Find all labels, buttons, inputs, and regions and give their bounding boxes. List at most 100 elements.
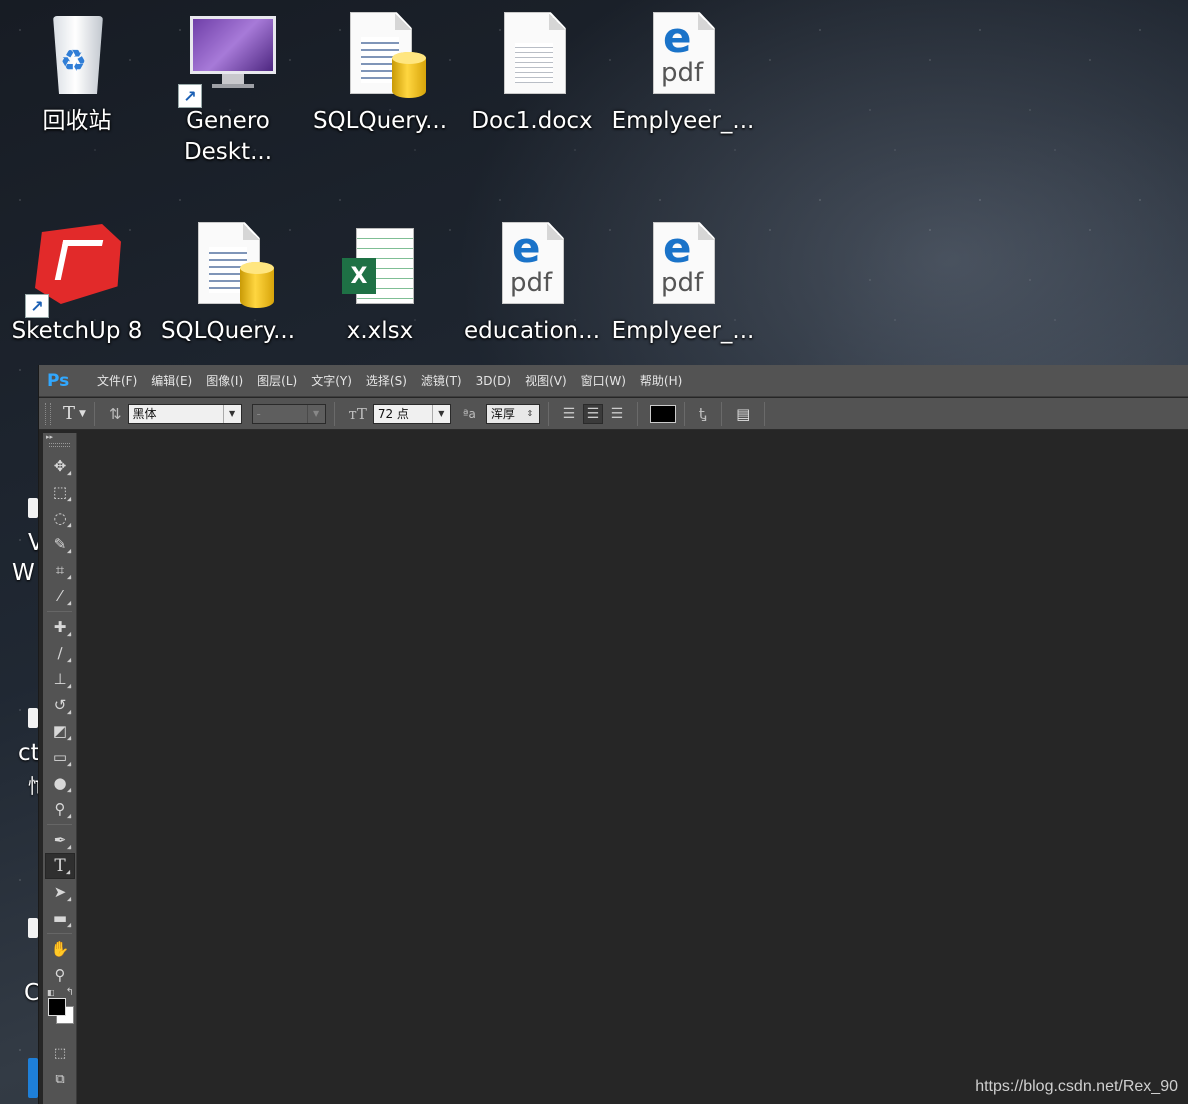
desktop-icon-label: education... (463, 318, 601, 344)
excel-file-icon: X (332, 218, 428, 314)
pdf-edge-icon: e pdf (635, 218, 731, 314)
menu-view[interactable]: 视图(V) (525, 372, 567, 389)
dodge-tool-icon[interactable]: ⚲ (45, 796, 75, 822)
menu-3d[interactable]: 3D(D) (476, 374, 511, 388)
chevron-down-icon[interactable]: ▼ (306, 404, 325, 423)
text-color-swatch[interactable] (649, 404, 676, 423)
desktop-icon-label: Genero Deskt... (183, 108, 273, 165)
desktop-icon-x-xlsx[interactable]: X x.xlsx (305, 218, 455, 347)
type-tool-icon[interactable]: T (45, 853, 75, 879)
menu-image[interactable]: 图像(I) (206, 372, 243, 389)
marquee-tool-icon[interactable]: ⬚ (45, 479, 75, 505)
desktop-icon-emplyeer-1[interactable]: e pdf Emplyeer_... (608, 8, 758, 137)
desktop-icon-education[interactable]: e pdf education... (457, 218, 607, 347)
lasso-tool-icon[interactable]: ◌ (45, 505, 75, 531)
divider (636, 401, 638, 426)
options-bar: T ▼ ⇅ 黑体 ▼ - ▼ ᴛT 72 点 ▼ ªa 浑厚 ⇕ ☰ ☰ ☰ Ꮏ (39, 398, 1188, 430)
blur-tool-icon[interactable]: ● (45, 770, 75, 796)
screen-mode-icon[interactable]: ⧉ (45, 1066, 75, 1092)
text-orientation-icon[interactable]: ⇅ (109, 405, 122, 423)
quick-select-tool-icon[interactable]: ✎ (45, 531, 75, 557)
font-size-select[interactable]: 72 点 ▼ (372, 403, 451, 424)
default-colors-icon[interactable]: ◧ (47, 988, 55, 997)
hidden-label-fragment: W (12, 560, 35, 586)
watermark-text: https://blog.csdn.net/Rex_90 (975, 1078, 1178, 1095)
menu-type[interactable]: 文字(Y) (311, 372, 352, 389)
hidden-icon-fragment (28, 918, 38, 938)
pen-tool-icon[interactable]: ✒ (45, 827, 75, 853)
color-swatches: ◧ ↰ (43, 987, 77, 1034)
quick-mask-icon[interactable]: ⬚ (45, 1040, 75, 1066)
pdf-edge-icon: e pdf (484, 218, 580, 314)
recycle-bin-icon: ♻ (29, 8, 125, 104)
photoshop-window[interactable]: Ps 文件(F) 编辑(E) 图像(I) 图层(L) 文字(Y) 选择(S) 滤… (38, 365, 1188, 1104)
desktop-icon-label: SketchUp 8 (11, 318, 143, 344)
divider (93, 401, 95, 426)
menu-help[interactable]: 帮助(H) (640, 372, 682, 389)
align-center-button[interactable]: ☰ (582, 403, 603, 424)
warp-text-icon[interactable]: Ꮏ (699, 405, 707, 423)
divider (764, 401, 766, 426)
desktop-icon-label: Doc1.docx (471, 108, 593, 134)
menu-layer[interactable]: 图层(L) (257, 372, 297, 389)
align-right-button[interactable]: ☰ (607, 404, 627, 424)
desktop-icon-label: Emplyeer_... (611, 108, 755, 134)
desktop-icon-sketchup[interactable]: ↗ SketchUp 8 (2, 218, 152, 347)
chevron-down-icon[interactable]: ▼ (222, 404, 241, 423)
panel-grip[interactable] (49, 443, 70, 447)
crop-tool-icon[interactable]: ⌗ (45, 557, 75, 583)
desktop-icon-label: SQLQuery... (160, 318, 296, 344)
eraser-tool-icon[interactable]: ◩ (45, 718, 75, 744)
desktop-icon-label: SQLQuery... (312, 108, 448, 134)
divider (47, 933, 72, 934)
menu-window[interactable]: 窗口(W) (581, 372, 626, 389)
menu-file[interactable]: 文件(F) (97, 372, 137, 389)
path-select-tool-icon[interactable]: ➤ (45, 879, 75, 905)
monitor-shortcut-icon: ↗ (178, 8, 276, 108)
expand-panel-icon[interactable]: ▸▸ (43, 433, 76, 441)
desktop-icon-genero[interactable]: ↗ Genero Deskt... (153, 8, 303, 168)
clone-stamp-tool-icon[interactable]: ⊥ (45, 666, 75, 692)
document-workspace[interactable] (81, 431, 1188, 1104)
chevron-updown-icon[interactable]: ⇕ (521, 405, 539, 423)
brush-tool-icon[interactable]: ∕ (45, 640, 75, 666)
hidden-icon-fragment (28, 498, 38, 518)
font-style-value: - (256, 406, 261, 421)
font-family-select[interactable]: 黑体 ▼ (127, 403, 242, 424)
desktop-icon-label: x.xlsx (346, 318, 414, 344)
anti-alias-value: 浑厚 (490, 406, 515, 421)
divider (683, 401, 685, 426)
foreground-color-swatch[interactable] (48, 998, 66, 1016)
zoom-tool-icon[interactable]: ⚲ (45, 962, 75, 988)
healing-brush-tool-icon[interactable]: ✚ (45, 614, 75, 640)
hand-tool-icon[interactable]: ✋ (45, 936, 75, 962)
desktop-icon-doc1[interactable]: Doc1.docx (457, 8, 607, 137)
history-brush-tool-icon[interactable]: ↺ (45, 692, 75, 718)
move-tool-icon[interactable]: ✥ (45, 453, 75, 479)
desktop-icon-sqlquery-2[interactable]: SQLQuery... (153, 218, 303, 347)
eyedropper-tool-icon[interactable]: ⁄ (45, 583, 75, 609)
character-panel-icon[interactable]: ▤ (736, 405, 750, 423)
gradient-tool-icon[interactable]: ▭ (45, 744, 75, 770)
desktop-icon-emplyeer-2[interactable]: e pdf Emplyeer_... (608, 218, 758, 347)
menu-select[interactable]: 选择(S) (366, 372, 407, 389)
swap-colors-icon[interactable]: ↰ (66, 987, 74, 998)
chevron-down-icon[interactable]: ▼ (79, 409, 86, 419)
align-left-button[interactable]: ☰ (559, 404, 579, 424)
word-document-icon (484, 8, 580, 104)
chevron-down-icon[interactable]: ▼ (431, 404, 450, 423)
desktop-icon-sqlquery-1[interactable]: SQLQuery... (305, 8, 455, 137)
options-grip[interactable] (45, 402, 51, 425)
type-tool-preset-icon[interactable]: T (63, 403, 75, 424)
tools-panel: ▸▸ ✥ ⬚ ◌ ✎ ⌗ ⁄ ✚ ∕ ⊥ ↺ ◩ ▭ ● ⚲ ✒ T ➤ ▬ ✋… (43, 433, 77, 1104)
desktop-icon-recycle-bin[interactable]: ♻ 回收站 (2, 8, 152, 137)
desktop-icon-label: 回收站 (42, 108, 112, 134)
menu-filter[interactable]: 滤镜(T) (421, 372, 462, 389)
rectangle-tool-icon[interactable]: ▬ (45, 905, 75, 931)
menu-bar: Ps 文件(F) 编辑(E) 图像(I) 图层(L) 文字(Y) 选择(S) 滤… (39, 365, 1188, 397)
anti-alias-select[interactable]: 浑厚 ⇕ (485, 403, 540, 424)
font-size-icon: ᴛT (348, 404, 367, 423)
font-family-value: 黑体 (132, 406, 157, 421)
font-style-select[interactable]: - ▼ (251, 403, 326, 424)
menu-edit[interactable]: 编辑(E) (151, 372, 192, 389)
